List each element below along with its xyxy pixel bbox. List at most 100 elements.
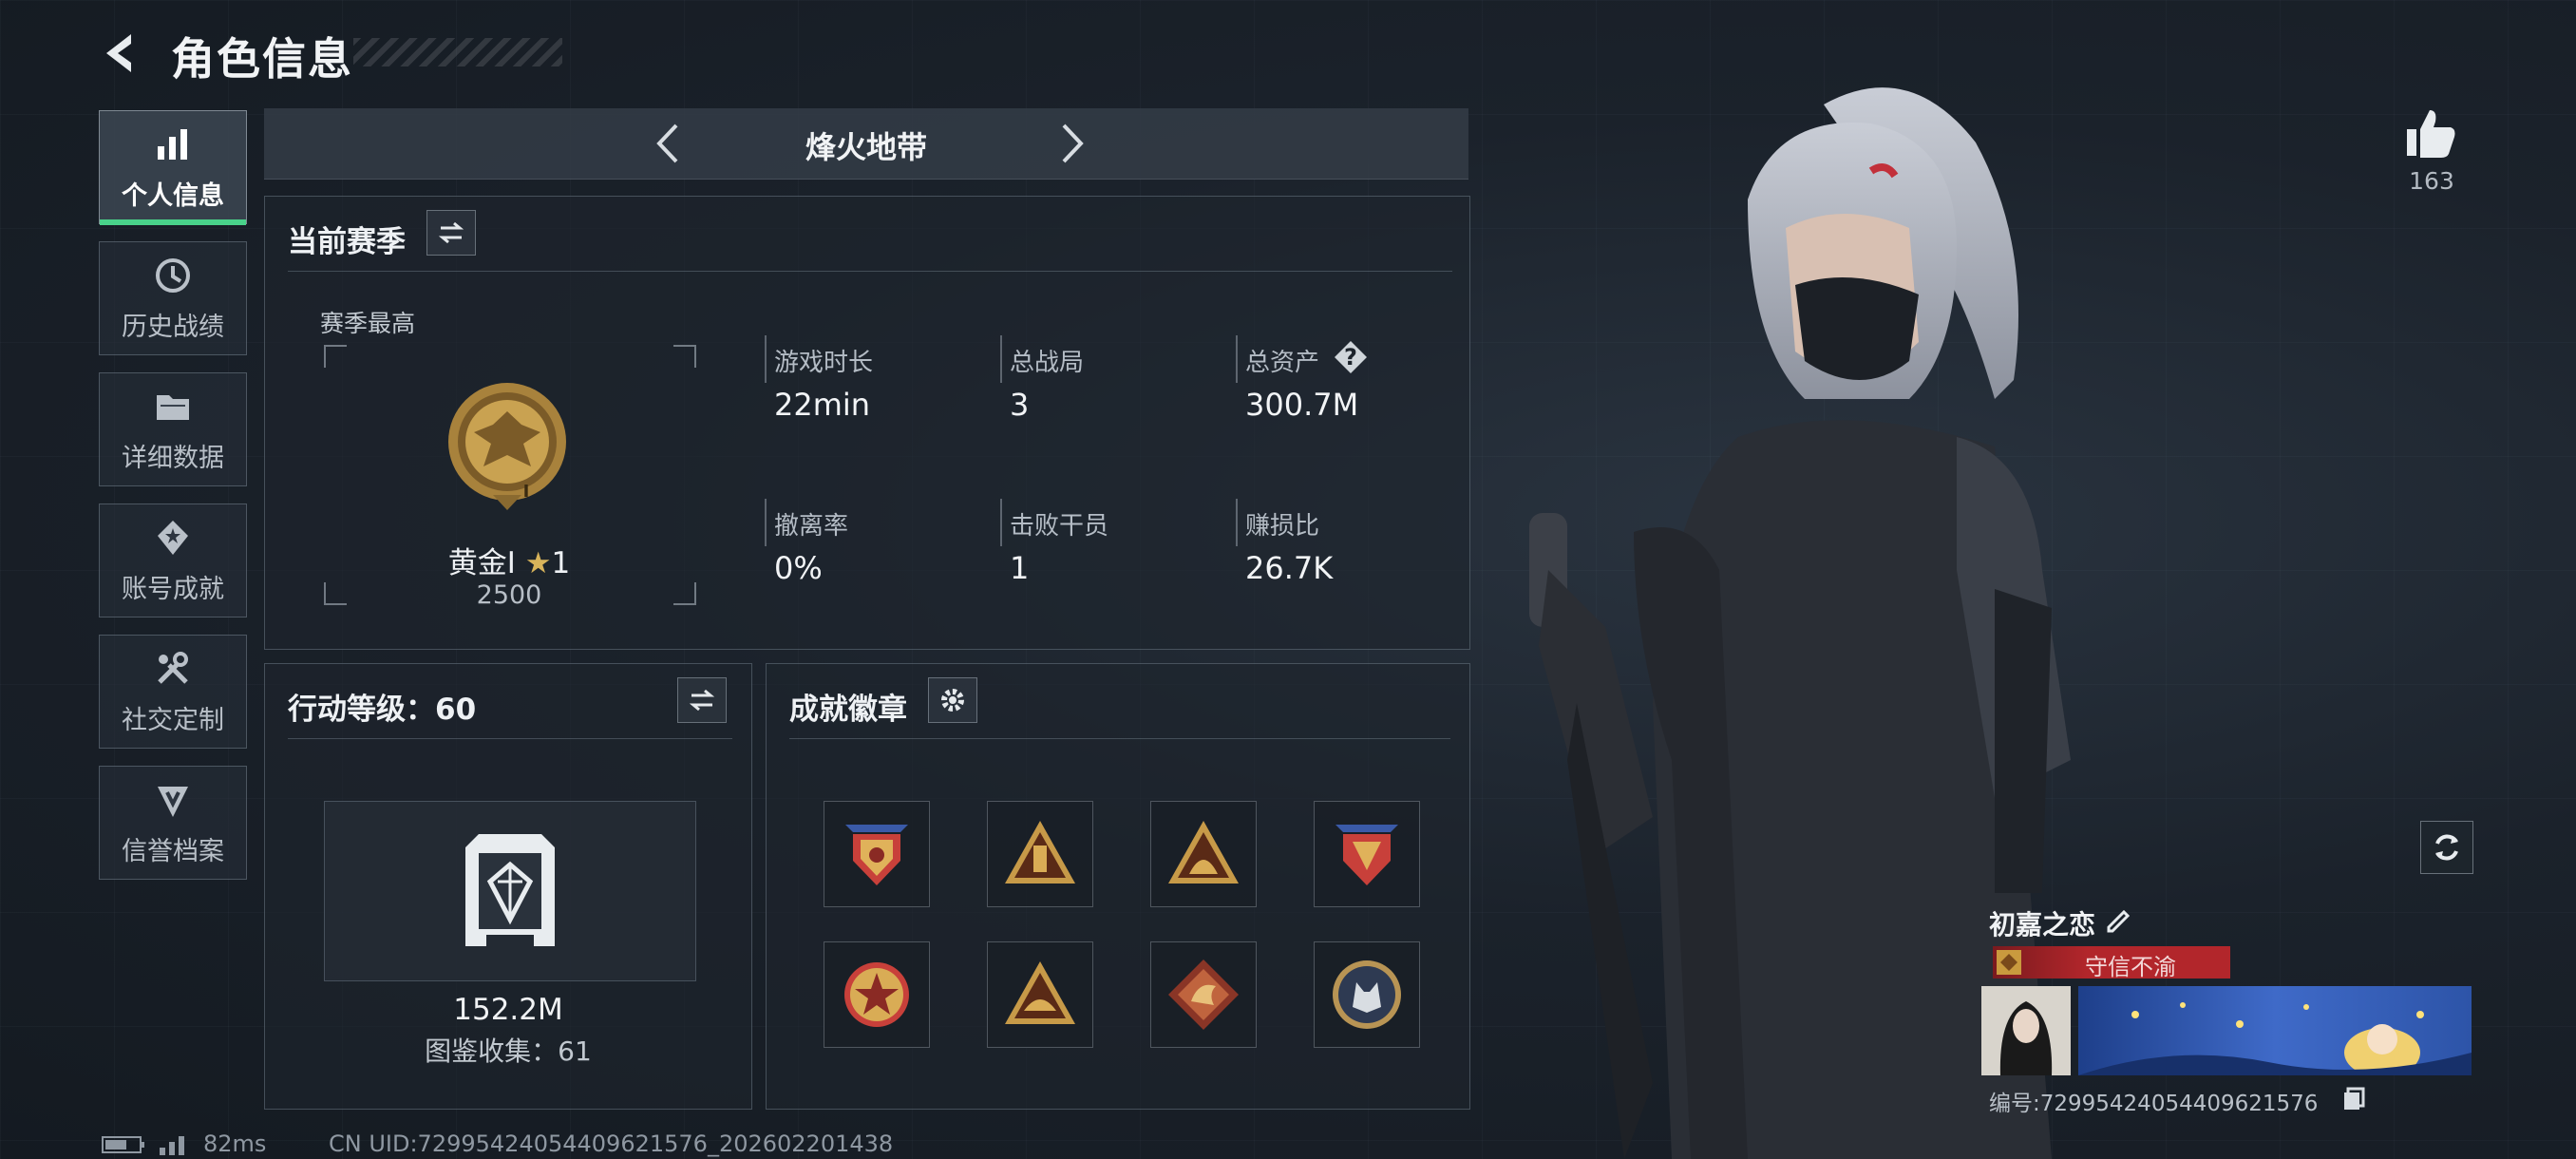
rank-score: 2500 <box>476 580 542 610</box>
swap-icon <box>438 221 464 244</box>
sidebar-item-social[interactable]: 社交定制 <box>99 635 247 749</box>
title-decoration <box>353 38 562 66</box>
stat-value: 22min <box>774 387 871 423</box>
profile-banner[interactable] <box>2078 986 2472 1075</box>
mode-selector: 烽火地带 <box>264 108 1468 180</box>
likes-count: 163 <box>2409 167 2454 195</box>
achievement-badge[interactable] <box>1314 941 1420 1048</box>
season-best-label: 赛季最高 <box>320 310 416 337</box>
achievement-icon <box>158 520 188 555</box>
sidebar-item-detail-data[interactable]: 详细数据 <box>99 372 247 486</box>
avatar[interactable] <box>1981 986 2071 1075</box>
season-title: 当前赛季 <box>288 225 406 259</box>
badge-shield-star-2-icon <box>1335 825 1398 885</box>
collection-count: 图鉴收集：61 <box>425 1036 592 1067</box>
sidebar-item-label: 社交定制 <box>122 705 224 735</box>
gear-icon <box>941 689 964 712</box>
badge-triangle-dome-icon <box>1005 961 1075 1024</box>
achievement-badge[interactable] <box>987 941 1093 1048</box>
stat-value: 26.7K <box>1245 550 1334 586</box>
chevron-right-icon[interactable] <box>1045 118 1096 169</box>
stat-value: 300.7M <box>1245 387 1359 423</box>
mode-title: 烽火地带 <box>805 129 927 165</box>
action-level-title: 行动等级：60 <box>288 693 477 727</box>
sidebar-item-history[interactable]: 历史战绩 <box>99 241 247 355</box>
page-title: 角色信息 <box>171 33 353 85</box>
achievement-badge[interactable] <box>1314 801 1420 907</box>
refresh-icon <box>2435 834 2458 861</box>
sidebar-item-credit[interactable]: 信誉档案 <box>99 766 247 880</box>
back-arrow-icon[interactable] <box>95 27 148 80</box>
title-tag-text: 守信不渝 <box>2085 954 2176 980</box>
stat-divider <box>765 499 767 546</box>
achievement-badge[interactable] <box>987 801 1093 907</box>
player-nickname: 初嘉之恋 <box>1989 909 2096 940</box>
frame-corner <box>324 345 347 368</box>
stat-divider <box>1236 499 1238 546</box>
achievements-panel: 成就徽章 <box>766 663 1470 1110</box>
footer-uid: CN UID:7299542405440962157​6_20260220143… <box>329 1130 894 1157</box>
season-switch-button[interactable] <box>426 210 476 256</box>
stat-label: 赚损比 <box>1245 512 1320 541</box>
badge-wolf-circle-icon <box>1333 960 1401 1029</box>
rank-emblem-icon <box>448 383 566 510</box>
achievement-badge[interactable] <box>1150 801 1257 907</box>
rank-level-mark: I <box>522 482 530 502</box>
tools-icon <box>158 651 188 684</box>
action-level-panel: 行动等级：60 152.2M 图鉴收集：61 <box>264 663 752 1110</box>
avatar-image <box>1999 1001 2053 1075</box>
folder-icon <box>157 394 189 420</box>
collection-cabinet-icon <box>465 834 555 946</box>
help-icon[interactable]: ? <box>1335 341 1367 373</box>
stat-divider <box>1000 335 1002 383</box>
shield-icon <box>158 786 188 817</box>
ping-text: 82ms <box>203 1130 267 1157</box>
frame-corner <box>673 345 696 368</box>
thumbs-up-icon[interactable] <box>2401 104 2458 162</box>
badge-triangle-pillar-icon <box>1005 821 1075 884</box>
stat-label: 击败干员 <box>1010 512 1109 541</box>
achievement-badge[interactable] <box>824 941 930 1048</box>
stat-divider <box>1236 335 1238 383</box>
badge-dragon-diamond-icon <box>1168 960 1239 1030</box>
title-emblem-icon <box>1997 950 2021 975</box>
achievements-title: 成就徽章 <box>789 693 907 727</box>
stat-value: 0% <box>774 550 823 586</box>
stat-divider <box>1000 499 1002 546</box>
achievements-settings-button[interactable] <box>928 677 977 723</box>
collection-display[interactable] <box>324 801 696 981</box>
sidebar-item-label: 信誉档案 <box>122 836 224 866</box>
rank-name-text: 黄金I <box>447 546 516 580</box>
star-icon: ★ <box>524 546 552 580</box>
rank-name: 黄金I ★1 <box>324 539 694 581</box>
sidebar-item-achievements[interactable]: 账号成就 <box>99 504 247 618</box>
copy-icon[interactable] <box>2340 1085 2367 1112</box>
achievement-badge[interactable] <box>1150 941 1257 1048</box>
achievement-badge[interactable] <box>824 801 930 907</box>
stat-divider <box>765 335 767 383</box>
bar-chart-icon <box>158 128 187 160</box>
rank-stars: 1 <box>551 546 571 580</box>
badge-round-star-icon <box>844 962 909 1027</box>
edit-icon[interactable] <box>2103 904 2133 935</box>
stat-label: 游戏时长 <box>774 349 874 377</box>
banner-image <box>2078 1002 2472 1075</box>
action-level-switch-button[interactable] <box>677 677 727 723</box>
battery-icon <box>102 1136 144 1153</box>
stat-label: 总战局 <box>1010 349 1085 377</box>
sidebar-item-label: 账号成就 <box>122 574 224 604</box>
sidebar-item-label: 详细数据 <box>122 443 224 473</box>
sidebar-item-personal-info[interactable]: 个人信息 <box>99 110 247 225</box>
divider <box>288 738 732 739</box>
stat-value: 1 <box>1010 550 1030 586</box>
divider <box>288 271 1452 272</box>
history-icon <box>156 257 190 293</box>
rotate-character-button[interactable] <box>2420 821 2473 874</box>
badge-triangle-figure-icon <box>1168 821 1239 884</box>
divider <box>789 738 1450 739</box>
badge-shield-star-icon <box>845 825 908 885</box>
title-tag: 守信不渝 <box>1993 946 2230 980</box>
swap-icon <box>689 689 715 712</box>
player-uid: 编号:7299542405440962157​6 <box>1989 1092 2319 1116</box>
sidebar-item-label: 历史战绩 <box>122 312 224 342</box>
